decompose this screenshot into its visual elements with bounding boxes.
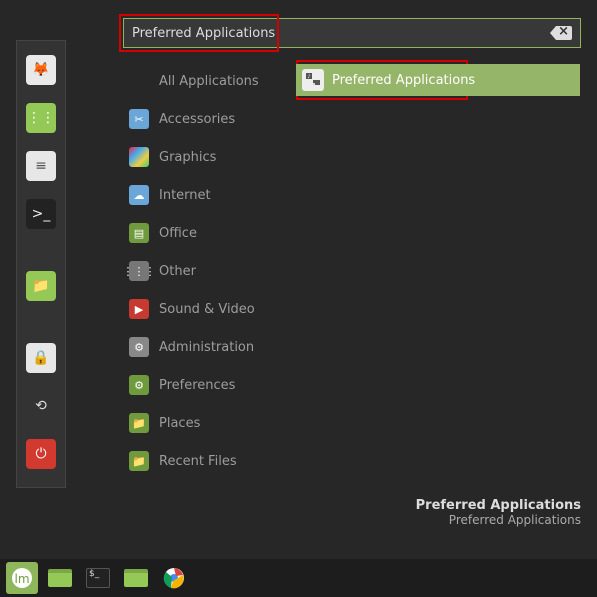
firefox-icon[interactable]: 🦊	[26, 55, 56, 85]
category-other[interactable]: ⋮⋮⋮ Other	[123, 252, 293, 290]
play-icon: ▶	[129, 299, 149, 319]
category-accessories[interactable]: ✂ Accessories	[123, 100, 293, 138]
clear-search-icon[interactable]	[556, 26, 572, 40]
lock-icon[interactable]: 🔒	[26, 343, 56, 373]
category-label: Recent Files	[159, 454, 237, 469]
logout-icon[interactable]: ⟲	[26, 391, 56, 421]
category-label: Office	[159, 226, 197, 241]
office-icon: ▤	[129, 223, 149, 243]
apps-icon[interactable]: ⋮⋮	[26, 103, 56, 133]
category-label: Accessories	[159, 112, 235, 127]
category-recent-files[interactable]: 📁 Recent Files	[123, 442, 293, 480]
files-icon[interactable]: 📁	[26, 271, 56, 301]
category-label: Preferences	[159, 378, 235, 393]
settings-icon[interactable]: ≡	[26, 151, 56, 181]
search-field-wrap	[123, 18, 581, 48]
category-label: Sound & Video	[159, 302, 255, 317]
folder-icon: 📁	[129, 413, 149, 433]
category-all-applications[interactable]: All Applications	[123, 62, 293, 100]
category-label: Places	[159, 416, 200, 431]
menu-button[interactable]: lm	[6, 562, 38, 594]
terminal-icon[interactable]: >_	[26, 199, 56, 229]
search-result-label: Preferred Applications	[332, 73, 475, 88]
category-administration[interactable]: ⚙ Administration	[123, 328, 293, 366]
preferred-apps-icon: ♪	[302, 69, 324, 91]
prefs-icon: ⚙	[129, 375, 149, 395]
category-places[interactable]: 📁 Places	[123, 404, 293, 442]
palette-icon	[129, 147, 149, 167]
chrome-launcher[interactable]	[158, 562, 190, 594]
category-label: All Applications	[159, 74, 259, 89]
app-description-title: Preferred Applications	[416, 498, 581, 513]
power-icon[interactable]: ⏻	[26, 439, 56, 469]
category-office[interactable]: ▤ Office	[123, 214, 293, 252]
svg-text:lm: lm	[14, 572, 29, 586]
category-sound-video[interactable]: ▶ Sound & Video	[123, 290, 293, 328]
files-launcher-2[interactable]	[120, 562, 152, 594]
terminal-launcher[interactable]: $_	[82, 562, 114, 594]
category-label: Graphics	[159, 150, 216, 165]
category-internet[interactable]: ☁ Internet	[123, 176, 293, 214]
scissors-icon: ✂	[129, 109, 149, 129]
grid-icon: ⋮⋮⋮	[129, 261, 149, 281]
svg-text:♪: ♪	[307, 74, 310, 80]
category-list: All Applications ✂ Accessories Graphics ☁ Int…	[123, 62, 293, 480]
category-label: Other	[159, 264, 196, 279]
category-graphics[interactable]: Graphics	[123, 138, 293, 176]
globe-icon: ☁	[129, 185, 149, 205]
favorites-sidebar: 🦊 ⋮⋮ ≡ >_ 📁 🔒 ⟲ ⏻	[16, 40, 66, 488]
admin-icon: ⚙	[129, 337, 149, 357]
recent-icon: 📁	[129, 451, 149, 471]
app-description: Preferred Applications Preferred Applica…	[416, 498, 581, 527]
search-result-item[interactable]: ♪ Preferred Applications	[296, 64, 580, 96]
category-label: Administration	[159, 340, 254, 355]
search-input[interactable]	[132, 26, 556, 41]
app-description-subtitle: Preferred Applications	[416, 513, 581, 527]
files-launcher[interactable]	[44, 562, 76, 594]
category-preferences[interactable]: ⚙ Preferences	[123, 366, 293, 404]
taskbar: lm $_	[0, 559, 597, 597]
category-label: Internet	[159, 188, 211, 203]
